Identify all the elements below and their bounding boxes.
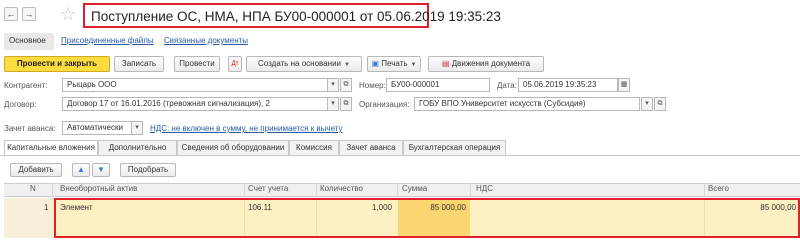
col-quantity[interactable]: Количество	[320, 184, 363, 193]
open-link-icon: ⧉	[343, 81, 349, 88]
organization-field[interactable]: ГОБУ ВПО Университет искусств (Субсидия)	[414, 97, 640, 111]
date-field[interactable]: 05.06.2019 19:35:23	[518, 78, 618, 92]
printer-icon: ▣	[371, 59, 382, 68]
forward-button[interactable]: →	[22, 7, 36, 21]
document-title-box: Поступление ОС, НМА, НПА БУ00-000001 от …	[83, 3, 501, 28]
open-link-icon: ⧉	[657, 100, 663, 107]
tab-advance[interactable]: Зачет аванса	[339, 140, 403, 155]
movements-label: Движения документа	[451, 59, 531, 68]
col-vat[interactable]: НДС	[476, 184, 493, 193]
contract-dropdown[interactable]: ▾	[327, 97, 339, 111]
tab-capital-investments[interactable]: Капитальные вложения	[4, 140, 98, 156]
col-asset[interactable]: Внеоборотный актив	[60, 184, 137, 193]
page-title: Поступление ОС, НМА, НПА БУ00-000001 от …	[91, 9, 501, 24]
advance-field[interactable]: Автоматически	[62, 121, 132, 135]
open-link-icon: ⧉	[343, 100, 349, 107]
star-icon[interactable]: ☆	[60, 4, 76, 24]
nav-related-docs[interactable]: Связанные документы	[164, 36, 248, 45]
move-down-button[interactable]: ▼	[92, 163, 110, 177]
print-button[interactable]: ▣ Печать ▼	[367, 56, 421, 72]
col-divider	[704, 183, 705, 197]
chevron-down-icon: ▼	[344, 62, 350, 68]
back-arrow-icon: ←	[6, 9, 16, 19]
counterparty-field[interactable]: Рыцарь ООО	[62, 78, 336, 92]
chevron-down-icon: ▼	[410, 62, 417, 68]
chevron-down-icon: ▾	[645, 100, 649, 107]
col-divider	[52, 183, 53, 197]
col-total[interactable]: Всего	[708, 184, 729, 193]
movements-icon: ▤	[441, 59, 452, 68]
advance-dropdown[interactable]: ▾	[131, 121, 143, 135]
col-divider	[316, 183, 317, 197]
tab-divider	[0, 155, 800, 156]
counterparty-label: Контрагент:	[4, 81, 48, 90]
nav-main[interactable]: Основное	[9, 36, 46, 45]
forward-arrow-icon: →	[24, 9, 34, 19]
contract-open[interactable]: ⧉	[340, 97, 352, 111]
chevron-down-icon: ▾	[331, 100, 335, 107]
print-label: Печать	[381, 59, 408, 68]
post-and-close-button[interactable]: Провести и закрыть	[4, 56, 110, 72]
organization-open[interactable]: ⧉	[654, 97, 666, 111]
dt-kt-icon: Дт	[231, 61, 239, 67]
organization-dropdown[interactable]: ▾	[641, 97, 653, 111]
col-divider	[244, 183, 245, 197]
dt-kt-button[interactable]: Дт	[228, 56, 242, 72]
calendar-icon: ▦	[620, 81, 628, 88]
col-divider	[470, 183, 471, 197]
col-n[interactable]: N	[30, 184, 36, 193]
counterparty-dropdown[interactable]: ▾	[327, 78, 339, 92]
col-account[interactable]: Счет учета	[248, 184, 288, 193]
arrow-down-icon: ▼	[97, 165, 105, 174]
col-divider	[397, 183, 398, 197]
tab-commission[interactable]: Комиссия	[289, 140, 339, 155]
tab-equipment-info[interactable]: Сведения об оборудовании	[177, 140, 289, 155]
tab-additional[interactable]: Дополнительно	[98, 140, 177, 155]
chevron-down-icon: ▾	[331, 81, 335, 88]
calendar-button[interactable]: ▦	[618, 78, 630, 92]
contract-field[interactable]: Договор 17 от 16.01.2016 (тревожная сигн…	[62, 97, 336, 111]
back-button[interactable]: ←	[4, 7, 18, 21]
contract-label: Договор:	[4, 100, 37, 109]
row-number: 1	[44, 203, 49, 212]
add-button[interactable]: Добавить	[10, 163, 62, 177]
move-up-button[interactable]: ▲	[72, 163, 90, 177]
row-highlight-box	[54, 198, 800, 238]
pick-button[interactable]: Подобрать	[120, 163, 176, 177]
save-button[interactable]: Записать	[114, 56, 164, 72]
post-button[interactable]: Провести	[174, 56, 220, 72]
create-based-on-button[interactable]: Создать на основании ▼	[246, 56, 362, 72]
number-field[interactable]: БУ00-000001	[386, 78, 490, 92]
chevron-down-icon: ▾	[135, 124, 139, 131]
date-label: Дата:	[497, 81, 517, 90]
create-based-on-label: Создать на основании	[258, 59, 342, 68]
number-label: Номер:	[359, 81, 386, 90]
col-sum[interactable]: Сумма	[402, 184, 427, 193]
advance-label: Зачет аванса:	[4, 124, 56, 133]
organization-label: Организация:	[359, 100, 410, 109]
tab-accounting-operation[interactable]: Бухгалтерская операция	[403, 140, 506, 155]
nav-attached-files[interactable]: Присоединенные файлы	[61, 36, 154, 45]
vat-link[interactable]: НДС: не включен в сумму, не принимается …	[150, 124, 343, 133]
arrow-up-icon: ▲	[77, 165, 85, 174]
document-movements-button[interactable]: ▤ Движения документа	[428, 56, 544, 72]
counterparty-open[interactable]: ⧉	[340, 78, 352, 92]
